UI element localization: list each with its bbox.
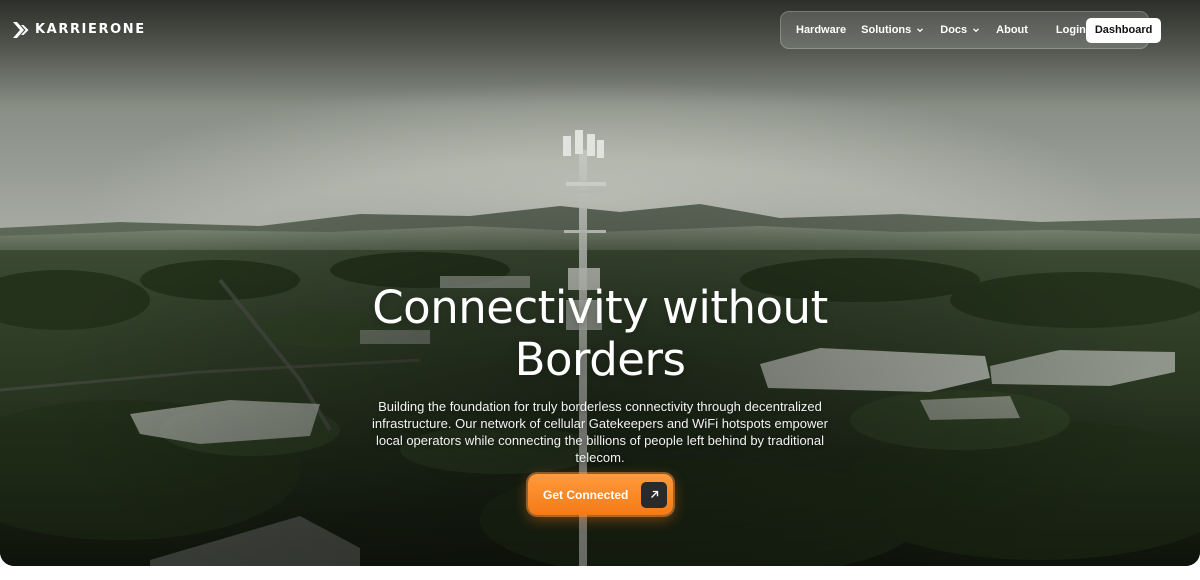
hero-section: KARRIERONE Hardware Solutions Docs About…	[0, 0, 1200, 566]
brand-logo[interactable]: KARRIERONE	[12, 21, 146, 39]
nav-item-label: About	[996, 24, 1028, 36]
dashboard-button[interactable]: Dashboard	[1085, 17, 1162, 43]
chevron-down-icon	[917, 28, 924, 33]
login-label: Login	[1055, 24, 1086, 36]
nav-item-solutions[interactable]: Solutions	[861, 24, 924, 36]
arrow-up-right-icon	[641, 481, 667, 508]
nav-item-label: Docs	[940, 24, 968, 36]
hero-subtitle: Building the foundation for truly border…	[372, 399, 828, 465]
get-connected-button[interactable]: Get Connected	[528, 474, 673, 515]
nav-item-docs[interactable]: Docs	[940, 24, 980, 36]
chevron-down-icon	[973, 28, 980, 33]
nav-item-about[interactable]: About	[996, 24, 1028, 36]
cta-label: Get Connected	[543, 487, 629, 502]
nav-item-label: Solutions	[861, 24, 912, 36]
login-link[interactable]: Login	[1056, 24, 1086, 36]
hero-title: Connectivity without Borders	[372, 281, 828, 386]
karrierone-chevron-logo-icon	[13, 22, 29, 38]
top-navigation: Hardware Solutions Docs About Login Dash…	[780, 11, 1162, 49]
nav-item-hardware[interactable]: Hardware	[796, 24, 846, 36]
nav-item-label: Hardware	[796, 24, 847, 36]
brand-name: KARRIERONE	[35, 22, 146, 37]
dashboard-label: Dashboard	[1094, 24, 1153, 36]
